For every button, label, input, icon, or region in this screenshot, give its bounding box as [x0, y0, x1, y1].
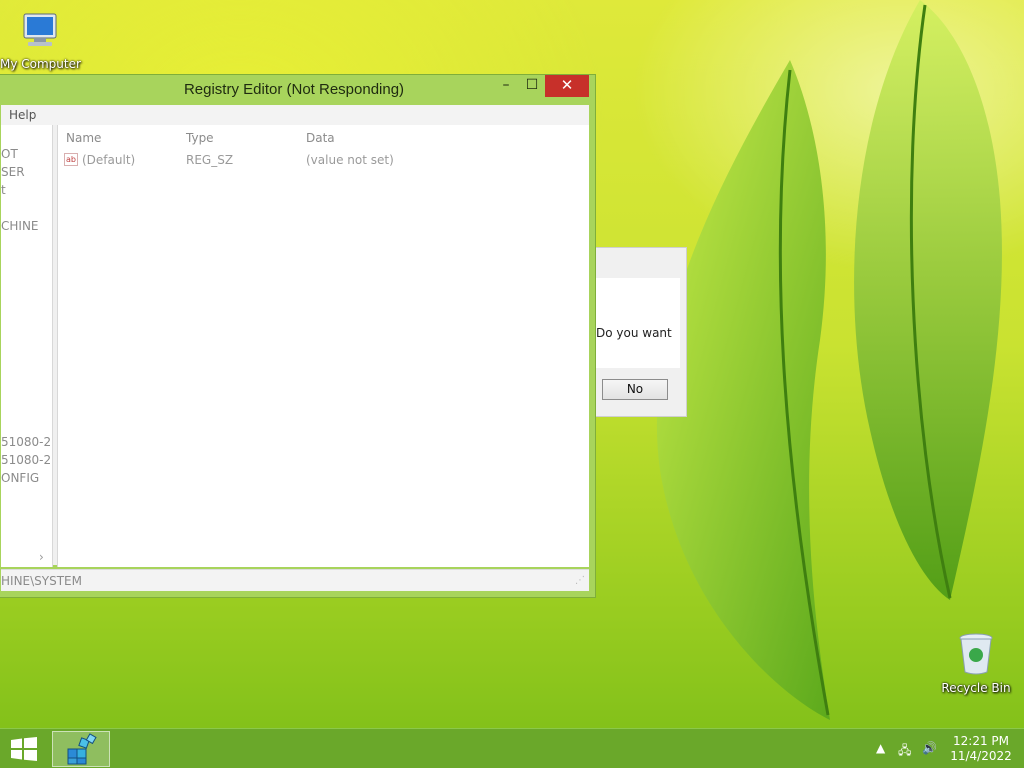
- network-icon[interactable]: 🖧: [898, 741, 911, 762]
- string-value-icon: ab: [64, 153, 78, 166]
- close-button[interactable]: ✕: [545, 75, 589, 97]
- dialog-body: Do you want: [596, 278, 680, 368]
- title-bar[interactable]: Registry Editor (Not Responding) – ☐ ✕: [0, 75, 595, 105]
- trash-icon: [959, 633, 993, 675]
- minimize-button[interactable]: –: [493, 75, 519, 97]
- column-name[interactable]: Name: [66, 131, 101, 145]
- registry-icon: [67, 733, 97, 765]
- status-path: HINE\SYSTEM: [1, 574, 82, 588]
- tree-item[interactable]: OT: [1, 147, 18, 161]
- my-computer-icon[interactable]: My Computer: [0, 10, 81, 71]
- show-hidden-icons-icon[interactable]: ▲: [876, 741, 885, 755]
- value-type: REG_SZ: [186, 153, 234, 167]
- key-tree[interactable]: OT SER t CHINE 51080-236 51080-236 ONFIG…: [1, 125, 53, 567]
- computer-icon: [23, 13, 57, 46]
- client-area: OT SER t CHINE 51080-236 51080-236 ONFIG…: [1, 125, 589, 567]
- confirm-dialog: Do you want No: [596, 247, 687, 417]
- tree-item[interactable]: CHINE: [1, 219, 39, 233]
- maximize-button[interactable]: ☐: [519, 75, 545, 97]
- resize-grip-icon[interactable]: ⋰: [575, 570, 585, 592]
- tree-item[interactable]: 51080-236: [1, 453, 52, 467]
- tree-item[interactable]: SER: [1, 165, 25, 179]
- menu-bar: Help: [1, 105, 589, 125]
- clock-date: 11/4/2022: [950, 749, 1012, 763]
- taskbar: ▲ 🖧 🔊 12:21 PM 11/4/2022: [0, 728, 1024, 768]
- status-bar: HINE\SYSTEM ⋰: [1, 569, 589, 591]
- tree-item[interactable]: ONFIG: [1, 471, 39, 485]
- close-icon: ✕: [560, 76, 574, 94]
- start-button[interactable]: [10, 737, 38, 761]
- scroll-right-icon[interactable]: ›: [39, 550, 44, 564]
- value-data: (value not set): [306, 153, 394, 167]
- tree-item[interactable]: 51080-236: [1, 435, 52, 449]
- taskbar-regedit-button[interactable]: [52, 731, 110, 767]
- values-list[interactable]: Name Type Data ab (Default) REG_SZ (valu…: [57, 125, 589, 567]
- recycle-bin-label: Recycle Bin: [941, 681, 1011, 695]
- recycle-bin-icon[interactable]: Recycle Bin: [936, 630, 1016, 695]
- dialog-message: Do you want: [596, 326, 672, 340]
- registry-editor-window[interactable]: Registry Editor (Not Responding) – ☐ ✕ H…: [0, 74, 596, 598]
- no-button[interactable]: No: [602, 379, 668, 400]
- clock[interactable]: 12:21 PM 11/4/2022: [946, 734, 1016, 764]
- clock-time: 12:21 PM: [953, 734, 1009, 748]
- volume-icon[interactable]: 🔊: [922, 741, 937, 755]
- column-type[interactable]: Type: [186, 131, 214, 145]
- value-name[interactable]: (Default): [82, 153, 135, 167]
- menu-help[interactable]: Help: [9, 108, 36, 122]
- my-computer-label: My Computer: [0, 57, 81, 71]
- tree-item[interactable]: t: [1, 183, 6, 197]
- column-data[interactable]: Data: [306, 131, 335, 145]
